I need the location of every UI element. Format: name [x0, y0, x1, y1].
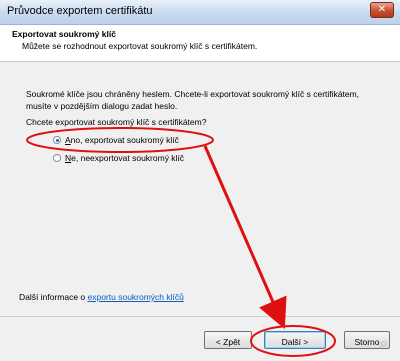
- radio-no-export-key[interactable]: Ne, neexportovat soukromý klíč: [53, 153, 184, 163]
- more-info-link[interactable]: exportu soukromých klíčů: [88, 292, 184, 302]
- next-button[interactable]: Další >: [264, 331, 326, 349]
- title-bar: Průvodce exportem certifikátu ✕: [0, 0, 400, 25]
- question-label: Chcete exportovat soukromý klíč s certif…: [26, 117, 207, 127]
- description-text: Soukromé klíče jsou chráněny heslem. Chc…: [26, 89, 360, 111]
- more-info-label: Další informace o: [19, 292, 88, 302]
- back-button[interactable]: < Zpět: [204, 331, 252, 349]
- export-wizard-window: Průvodce exportem certifikátu ✕ Exportov…: [0, 0, 400, 361]
- radio-label: Ano, exportovat soukromý klíč: [65, 135, 179, 145]
- radio-unselected-icon[interactable]: [53, 154, 61, 162]
- annotation-arrow: [203, 145, 287, 329]
- radio-selected-icon[interactable]: [53, 136, 61, 144]
- radio-label: Ne, neexportovat soukromý klíč: [65, 153, 185, 163]
- divider: [0, 316, 400, 317]
- page-subtitle: Můžete se rozhodnout exportovat soukromý…: [22, 41, 258, 51]
- magnifier-icon: ⌕: [379, 335, 389, 352]
- wizard-header: Exportovat soukromý klíč Můžete se rozho…: [0, 25, 400, 62]
- close-icon[interactable]: ✕: [370, 2, 394, 18]
- more-info: Další informace o exportu soukromých klí…: [19, 292, 184, 302]
- radio-export-key[interactable]: Ano, exportovat soukromý klíč: [53, 135, 179, 145]
- window-title: Průvodce exportem certifikátu: [7, 5, 153, 17]
- page-title: Exportovat soukromý klíč: [12, 29, 116, 39]
